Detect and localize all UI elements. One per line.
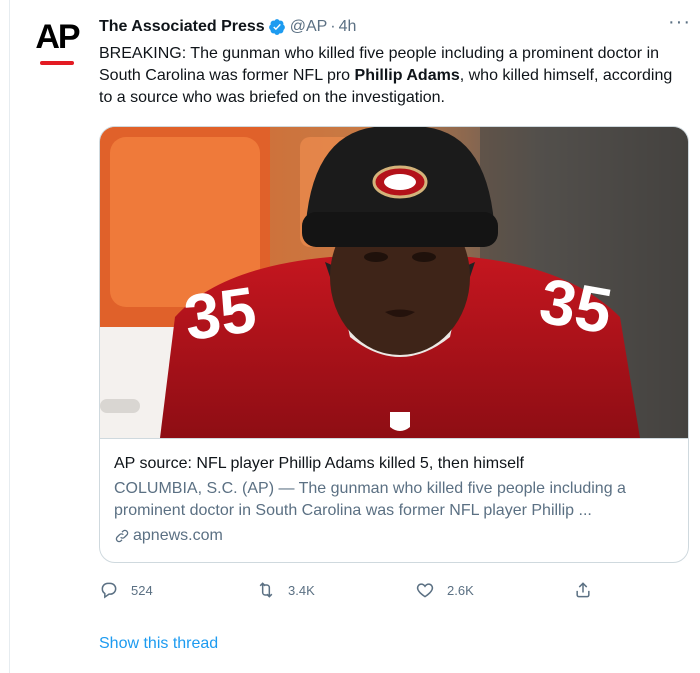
reply-count: 524 [131,582,153,598]
retweet-icon [259,582,273,598]
like-icon [416,583,434,598]
reply-icon [101,582,117,599]
timeline-divider [9,0,10,673]
card-description: COLUMBIA, S.C. (AP) — The gunman who kil… [114,480,626,519]
card-image[interactable]: 35 35 [100,127,688,439]
retweet-button[interactable]: 3.4K [256,580,315,600]
tweet-actions: 524 3.4K 2.6K [99,580,619,604]
tweet-timestamp[interactable]: 4h [339,18,357,36]
verified-badge-icon [268,18,286,36]
share-icon [576,582,590,598]
svg-text:35: 35 [535,264,618,347]
tweet-header: The Associated Press @AP · 4h [99,16,356,38]
like-button[interactable]: 2.6K [415,580,474,600]
svg-text:35: 35 [180,273,261,354]
card-domain-text: apnews.com [133,527,223,544]
like-count: 2.6K [447,582,474,598]
tweet[interactable]: AP The Associated Press @AP · 4h ··· BRE… [0,0,700,673]
author-handle[interactable]: @AP [290,18,328,36]
card-photo: 35 35 [100,127,688,438]
tweet-text-bold-name[interactable]: Phillip Adams [355,67,460,84]
card-body: AP source: NFL player Phillip Adams kill… [114,453,674,547]
link-card[interactable]: 35 35 AP source: NFL player Phillip Adam… [99,126,689,563]
avatar-logo-underline [40,61,74,65]
header-separator: · [330,18,336,35]
author-name[interactable]: The Associated Press [99,18,265,36]
tweet-text: BREAKING: The gunman who killed five peo… [99,43,679,109]
avatar[interactable]: AP [27,14,87,74]
avatar-logo-text: AP [35,18,80,56]
card-domain: apnews.com [114,525,674,547]
share-button[interactable] [573,580,605,600]
more-icon[interactable]: ··· [668,12,690,34]
show-thread-link[interactable]: Show this thread [99,635,218,653]
retweet-count: 3.4K [288,582,315,598]
link-icon [114,528,130,544]
card-title[interactable]: AP source: NFL player Phillip Adams kill… [114,453,674,475]
reply-button[interactable]: 524 [99,580,153,600]
